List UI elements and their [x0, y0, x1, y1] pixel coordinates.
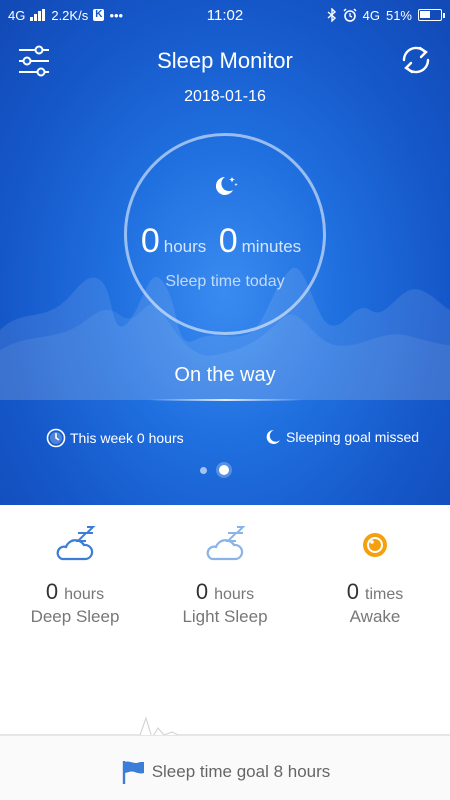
deep-sleep-unit: hours [64, 586, 105, 603]
goal-status: Sleeping goal missed [264, 428, 419, 446]
more-notifications-icon: ••• [109, 7, 124, 23]
minutes-value: 0 [218, 222, 238, 260]
app-bar: Sleep Monitor [0, 40, 450, 84]
battery-fill [420, 11, 430, 18]
awake-eye-icon [363, 533, 387, 557]
bluetooth-icon [327, 8, 337, 22]
goal-status-text: Sleeping goal missed [286, 429, 420, 445]
network-type-right: 4G [362, 7, 380, 23]
sleep-summary-panel: 4G 2.2K/s K ••• 11:02 4G 51% Sleep Monit… [0, 0, 450, 505]
light-sleep-value: 0 [195, 579, 209, 604]
deep-sleep-value: 0 [45, 579, 59, 604]
alarm-icon [343, 8, 357, 22]
page-dot-2[interactable] [219, 465, 229, 475]
sleep-time-today: 0 hours 0 minutes [0, 222, 450, 261]
moon-icon [266, 429, 280, 444]
status-underline [148, 399, 303, 401]
sleep-goal-text: Sleep time goal 8 hours [151, 762, 331, 781]
deep-sleep-label: Deep Sleep [30, 607, 120, 626]
stat-awake: 0 times Awake [300, 525, 450, 627]
sleep-status: On the way [174, 364, 276, 386]
hours-value: 0 [140, 222, 160, 260]
light-sleep-label: Light Sleep [182, 607, 268, 626]
sync-icon [402, 46, 430, 74]
sleep-goal[interactable]: Sleep time goal 8 hours [0, 759, 450, 785]
page-title: Sleep Monitor [157, 48, 293, 73]
date-label[interactable]: 2018-01-16 [0, 88, 450, 106]
page-indicator [200, 465, 229, 475]
network-type: 4G [8, 7, 26, 23]
light-sleep-cloud-icon [206, 526, 246, 561]
awake-unit: times [365, 586, 404, 603]
sleep-stats: 0 hours Deep Sleep 0 hours Light Sleep 0 ti… [0, 505, 450, 735]
week-total: This week 0 hours [46, 428, 184, 448]
sync-button[interactable] [396, 42, 436, 78]
awake-value: 0 [346, 579, 359, 604]
network-speed: 2.2K/s [51, 7, 89, 23]
sleep-time-caption: Sleep time today [165, 273, 285, 290]
clock-icon [46, 428, 66, 448]
signal-icon [30, 9, 46, 21]
battery-percent: 51% [385, 7, 412, 23]
minutes-unit: minutes [241, 237, 302, 256]
stat-deep-sleep: 0 hours Deep Sleep [0, 525, 150, 627]
moon-stars-icon [215, 176, 238, 195]
k-app-icon: K [93, 9, 105, 21]
hours-unit: hours [163, 237, 207, 256]
flag-icon [122, 761, 144, 784]
week-total-text: This week 0 hours [70, 430, 184, 446]
deep-sleep-cloud-icon [56, 526, 96, 561]
page-dot-1[interactable] [200, 466, 207, 474]
status-bar: 4G 2.2K/s K ••• 11:02 4G 51% [0, 0, 450, 30]
awake-label: Awake [349, 607, 401, 626]
battery-icon [418, 9, 445, 21]
light-sleep-unit: hours [214, 586, 255, 603]
clock: 11:02 [206, 6, 244, 24]
stat-light-sleep: 0 hours Light Sleep [150, 525, 300, 627]
